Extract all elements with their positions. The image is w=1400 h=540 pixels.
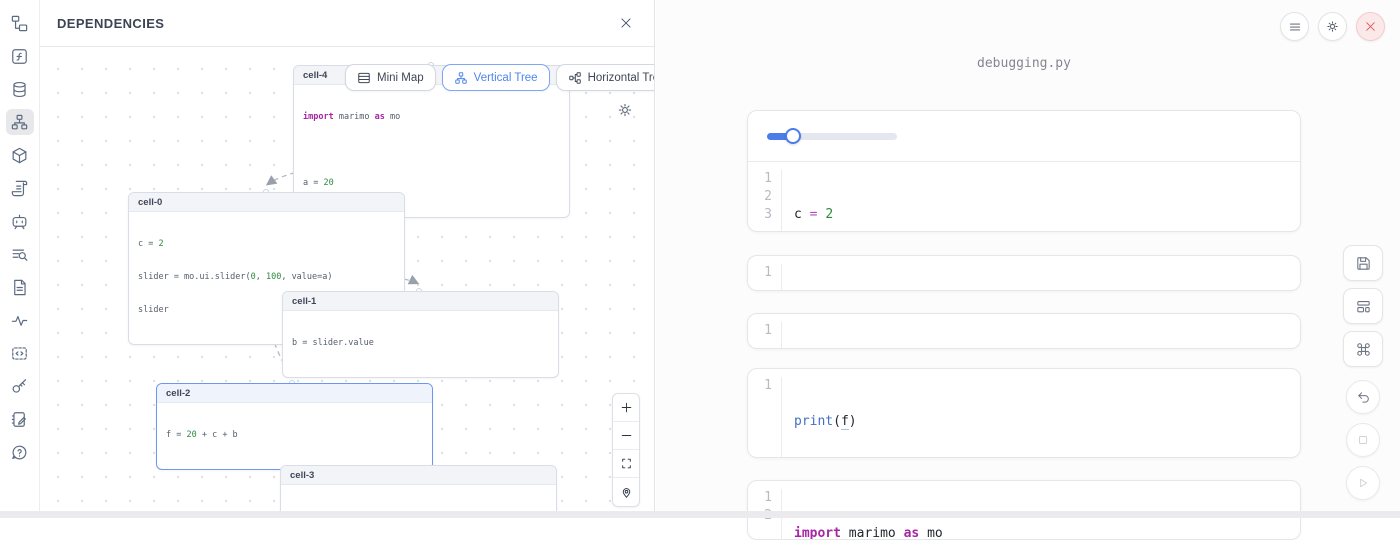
fit-view-button[interactable] — [613, 450, 639, 478]
shutdown-button[interactable] — [1356, 12, 1385, 41]
pin-view-button[interactable] — [613, 478, 639, 506]
cell-code-editor[interactable]: 1 print(f) — [748, 369, 1300, 458]
bottom-scrollbar-strip[interactable] — [0, 511, 1400, 518]
close-icon — [1364, 20, 1377, 33]
gear-icon — [616, 101, 634, 119]
notebook-cell-slider[interactable]: 1 2 3 c = 2 slider = mo.ui.slider(0, 100… — [747, 110, 1301, 232]
graph-node-cell-2[interactable]: cell-2 f = 20 + c + b — [156, 383, 433, 470]
code-lines: print(f) — [782, 377, 857, 458]
graph-node-code: f = 20 + c + b — [157, 403, 432, 469]
stop-icon — [1356, 433, 1370, 447]
command-icon — [1355, 341, 1372, 358]
graph-node-cell-1[interactable]: cell-1 b = slider.value — [282, 291, 559, 378]
zoom-in-button[interactable] — [613, 394, 639, 422]
notebook-menu-button[interactable] — [1280, 12, 1309, 41]
dependencies-panel-header: DEPENDENCIES — [40, 0, 654, 47]
graph-node-title: cell-0 — [129, 193, 404, 212]
graph-settings-button[interactable] — [616, 101, 634, 119]
line-numbers: 1 — [748, 322, 782, 349]
left-icon-rail — [0, 0, 40, 518]
graph-node-title: cell-3 — [281, 466, 556, 485]
notebook-cell-import[interactable]: 1 2 import marimo as mo — [747, 480, 1301, 540]
layout-icon — [1355, 298, 1372, 315]
undo-button[interactable] — [1346, 380, 1380, 414]
database-icon[interactable] — [6, 76, 34, 102]
line-numbers: 1 — [748, 264, 782, 291]
notebook-cell-b[interactable]: 1 b = slider.value — [747, 255, 1301, 291]
run-button[interactable] — [1346, 466, 1380, 500]
cell-code-editor[interactable]: 1 2 3 c = 2 slider = mo.ui.slider(0, 100… — [748, 161, 1300, 232]
cell-output-slider — [748, 111, 1300, 161]
secrets-icon[interactable] — [6, 373, 34, 399]
horizontal-tree-button[interactable]: Horizontal Tree — [556, 64, 654, 91]
help-icon[interactable] — [6, 439, 34, 465]
gear-icon — [1325, 19, 1340, 34]
notebook-cell-f[interactable]: 1 f = 20 + c + b — [747, 313, 1301, 349]
cell-code-editor[interactable]: 1 f = 20 + c + b — [748, 314, 1300, 349]
notebook-filename: debugging.py — [747, 56, 1301, 71]
plus-icon — [620, 401, 633, 414]
notebook-cell-print[interactable]: 1 print(f) 42 — [747, 368, 1301, 458]
packages-icon[interactable] — [6, 142, 34, 168]
zoom-out-button[interactable] — [613, 422, 639, 450]
dependency-graph-icon[interactable] — [6, 109, 34, 135]
slider-handle[interactable] — [785, 128, 801, 144]
pin-icon — [620, 486, 633, 499]
line-numbers: 1 — [748, 377, 782, 458]
graph-zoom-controls — [612, 393, 640, 507]
save-button[interactable] — [1343, 245, 1383, 281]
code-lines: c = 2 slider = mo.ui.slider(0, 100, valu… — [782, 170, 1091, 232]
graph-node-title: cell-1 — [283, 292, 558, 311]
notebook-action-buttons — [1343, 245, 1383, 509]
close-dependencies-button[interactable] — [616, 13, 636, 33]
app-config-button[interactable] — [1343, 288, 1383, 324]
vertical-tree-button[interactable]: Vertical Tree — [442, 64, 550, 91]
logs-icon[interactable] — [6, 175, 34, 201]
save-icon — [1355, 255, 1372, 272]
notebook-window-buttons — [1280, 12, 1385, 41]
ai-chat-icon[interactable] — [6, 208, 34, 234]
horizontal-tree-icon — [568, 71, 582, 85]
dependencies-panel-title: DEPENDENCIES — [57, 16, 164, 31]
notebook-settings-button[interactable] — [1318, 12, 1347, 41]
mini-map-icon — [357, 71, 371, 85]
search-logs-icon[interactable] — [6, 241, 34, 267]
stop-button[interactable] — [1346, 423, 1380, 457]
scratchpad-icon[interactable] — [6, 406, 34, 432]
code-lines: b = slider.value — [782, 264, 919, 291]
undo-icon — [1356, 390, 1371, 405]
notebook-panel: debugging.py 1 2 3 c = 2 slider = mo.ui.… — [656, 0, 1400, 518]
menu-icon — [1288, 20, 1302, 34]
cell-code-editor[interactable]: 1 b = slider.value — [748, 256, 1300, 291]
tracebacks-icon[interactable] — [6, 307, 34, 333]
mini-map-button[interactable]: Mini Map — [345, 64, 436, 91]
line-numbers: 1 2 3 — [748, 170, 782, 232]
functions-icon[interactable] — [6, 43, 34, 69]
graph-node-title: cell-2 — [157, 384, 432, 403]
vertical-tree-icon — [454, 71, 468, 85]
play-icon — [1356, 476, 1370, 490]
dependencies-panel: DEPENDENCIES — [40, 0, 655, 518]
documentation-icon[interactable] — [6, 274, 34, 300]
slider-widget[interactable] — [767, 133, 897, 140]
keyboard-shortcuts-button[interactable] — [1343, 331, 1383, 367]
graph-node-code: b = slider.value — [283, 311, 558, 377]
dependency-graph-canvas[interactable]: cell-4 import marimo as mo a = 20 cell-0… — [40, 47, 654, 518]
file-explorer-icon[interactable] — [6, 10, 34, 36]
graph-view-toolbar: Mini Map Vertical Tree Horizontal Tree — [345, 64, 654, 91]
close-icon — [619, 16, 633, 30]
code-lines: f = 20 + c + b — [782, 322, 904, 349]
minus-icon — [620, 429, 633, 442]
snippets-icon[interactable] — [6, 340, 34, 366]
fit-view-icon — [620, 457, 633, 470]
